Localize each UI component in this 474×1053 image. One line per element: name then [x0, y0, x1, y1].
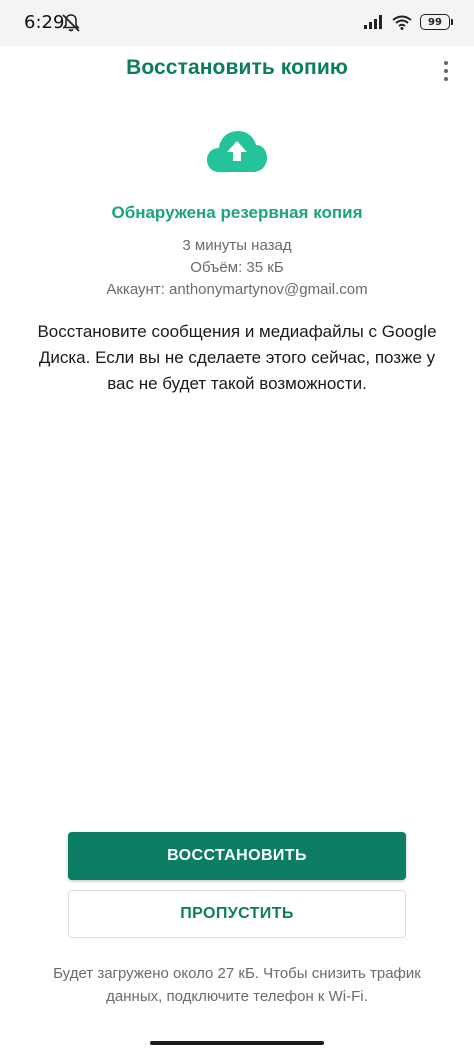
- skip-button[interactable]: ПРОПУСТИТЬ: [68, 890, 406, 938]
- page-title: Восстановить копию: [126, 56, 348, 79]
- status-icons: 99: [364, 14, 453, 30]
- signal-icon: [364, 15, 382, 29]
- mute-icon: [62, 14, 80, 32]
- wifi-icon: [392, 15, 412, 30]
- backup-found-title: Обнаружена резервная копия: [111, 203, 363, 222]
- more-vert-icon[interactable]: [434, 56, 458, 86]
- restore-backup-screen: 6:29 99 Восстановить копию Обнаружена ре…: [0, 0, 474, 1053]
- data-usage-note: Будет загружено около 27 кБ. Чтобы снизи…: [53, 965, 421, 1005]
- status-bar: 6:29 99: [0, 0, 474, 46]
- backup-account: Аккаунт: anthonymartynov@gmail.com: [106, 281, 368, 298]
- restore-description: Восстановите сообщения и медиафайлы с Go…: [37, 322, 437, 393]
- backup-size: Объём: 35 кБ: [190, 259, 284, 276]
- cloud-upload-icon: [207, 131, 267, 172]
- restore-button[interactable]: ВОССТАНОВИТЬ: [68, 832, 406, 880]
- home-indicator[interactable]: [150, 1041, 324, 1045]
- status-time: 6:29: [24, 12, 65, 33]
- backup-time: 3 минуты назад: [182, 237, 292, 254]
- battery-level: 99: [428, 16, 442, 28]
- battery-icon: 99: [420, 14, 453, 30]
